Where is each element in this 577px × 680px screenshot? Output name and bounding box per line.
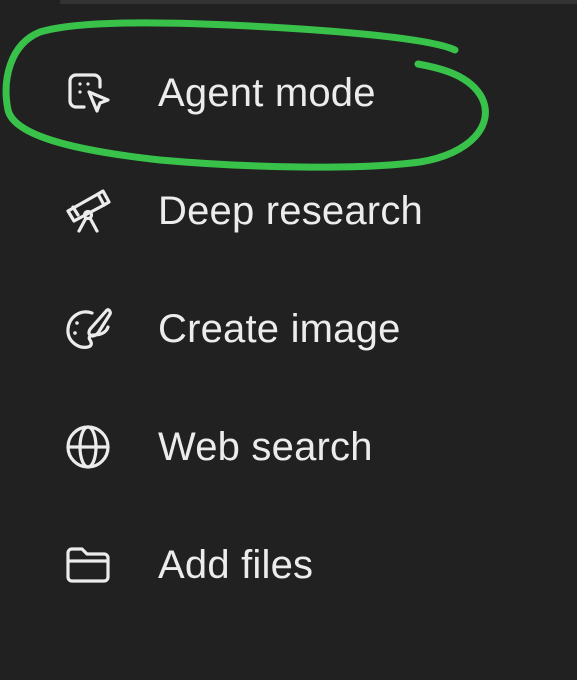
telescope-icon	[62, 185, 114, 237]
menu-item-label: Deep research	[158, 188, 423, 233]
menu-item-label: Add files	[158, 542, 314, 587]
menu-item-agent-mode[interactable]: Agent mode	[0, 43, 577, 143]
agent-cursor-icon	[62, 67, 114, 119]
menu-item-deep-research[interactable]: Deep research	[0, 161, 577, 261]
menu-item-add-files[interactable]: Add files	[0, 515, 577, 615]
menu-item-label: Web search	[158, 424, 373, 469]
menu-item-label: Create image	[158, 306, 401, 351]
globe-icon	[62, 421, 114, 473]
folder-icon	[62, 539, 114, 591]
tools-menu-screen: Agent mode Deep research Create image We…	[0, 0, 577, 680]
paint-palette-icon	[62, 303, 114, 355]
menu-item-create-image[interactable]: Create image	[0, 279, 577, 379]
menu-item-web-search[interactable]: Web search	[0, 397, 577, 497]
top-divider	[60, 0, 577, 4]
menu-item-label: Agent mode	[158, 70, 376, 115]
